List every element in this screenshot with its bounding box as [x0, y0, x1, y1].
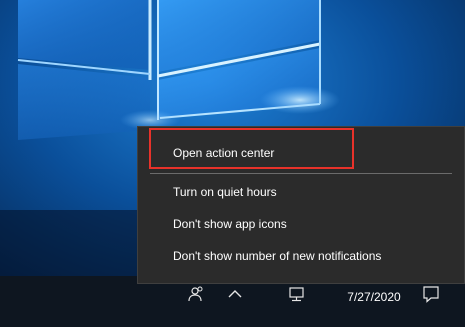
- chevron-up-icon[interactable]: [223, 283, 247, 305]
- menu-item-open-action-center[interactable]: Open action center: [138, 138, 464, 168]
- menu-item-label: Open action center: [173, 146, 275, 160]
- action-center-context-menu: Open action center Turn on quiet hours D…: [137, 126, 465, 284]
- network-icon[interactable]: [285, 283, 309, 305]
- menu-separator: [150, 173, 452, 174]
- action-center-icon[interactable]: [419, 282, 443, 306]
- menu-item-dont-show-number-of-new-notifications[interactable]: Don't show number of new notifications: [138, 241, 464, 271]
- people-icon[interactable]: [183, 283, 207, 305]
- menu-item-dont-show-app-icons[interactable]: Don't show app icons: [138, 209, 464, 239]
- menu-item-label: Don't show app icons: [173, 217, 287, 231]
- clock-date: 7/27/2020: [347, 290, 401, 304]
- menu-item-turn-on-quiet-hours[interactable]: Turn on quiet hours: [138, 177, 464, 207]
- desktop-screen: 11:31 AM 7/27/2020 Open action center Tu…: [0, 0, 465, 327]
- menu-item-label: Turn on quiet hours: [173, 185, 277, 199]
- menu-item-label: Don't show number of new notifications: [173, 249, 382, 263]
